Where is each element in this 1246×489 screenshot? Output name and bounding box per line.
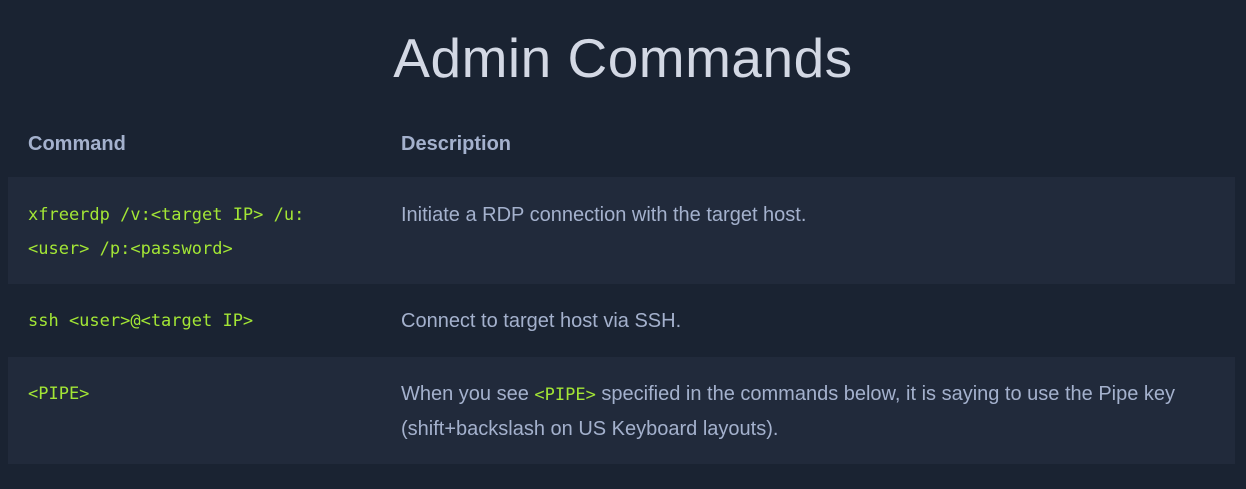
description-cell: Connect to target host via SSH. (401, 310, 682, 332)
table-header: Command Description (8, 112, 1235, 177)
admin-commands-table: Command Description xfreerdp /v:<target … (8, 112, 1235, 464)
command-text: xfreerdp /v:<target IP> /u: (28, 205, 305, 225)
description-text: When you see (401, 383, 535, 405)
command-text: <PIPE> (28, 384, 90, 404)
header-description: Description (401, 133, 512, 155)
table-row: <PIPE> When you see <PIPE> specified in … (8, 357, 1235, 464)
description-cell: When you see <PIPE> specified in the com… (382, 377, 1235, 464)
table-row: ssh <user>@<target IP> Connect to target… (8, 284, 1235, 357)
inline-code: <PIPE> (534, 385, 596, 405)
command-cell: <PIPE> (8, 377, 382, 464)
command-text: ssh <user>@<target IP> (28, 311, 254, 331)
table-row: xfreerdp /v:<target IP> /u: <user> /p:<p… (8, 177, 1235, 284)
header-command: Command (28, 133, 126, 155)
description-cell: Initiate a RDP connection with the targe… (401, 204, 807, 226)
page-title: Admin Commands (393, 27, 853, 89)
command-text: <user> /p:<password> (28, 239, 233, 259)
command-cell: xfreerdp /v:<target IP> /u: <user> /p:<p… (8, 198, 382, 284)
command-cell: ssh <user>@<target IP> (8, 304, 382, 357)
